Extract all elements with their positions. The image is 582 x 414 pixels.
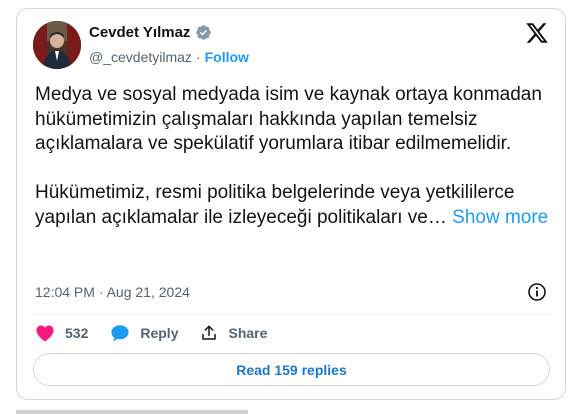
- reply-button[interactable]: Reply: [110, 324, 178, 342]
- author-name[interactable]: Cevdet Yılmaz: [89, 24, 190, 41]
- verified-badge-icon: [196, 25, 212, 40]
- author-handle[interactable]: @_cevdetyilmaz: [89, 49, 192, 65]
- follow-button[interactable]: Follow: [205, 49, 249, 65]
- x-logo-icon[interactable]: [525, 21, 549, 45]
- reply-label: Reply: [140, 325, 179, 341]
- like-count: 532: [65, 325, 89, 341]
- scrollbar[interactable]: [16, 410, 248, 414]
- info-icon[interactable]: [527, 282, 547, 302]
- read-replies-button[interactable]: Read 159 replies: [33, 353, 550, 386]
- author-name-row: Cevdet Yılmaz: [89, 24, 212, 41]
- divider: [33, 314, 549, 315]
- avatar[interactable]: [33, 21, 81, 69]
- speech-bubble-icon: [111, 325, 129, 342]
- read-replies-label: Read 159 replies: [236, 361, 347, 378]
- post-card[interactable]: Cevdet Yılmaz @_cevdetyilmaz · Follow Me…: [16, 8, 566, 400]
- post-timestamp[interactable]: 12:04 PM · Aug 21, 2024: [35, 284, 190, 300]
- post-text: Medya ve sosyal medyada isim ve kaynak o…: [35, 83, 551, 230]
- like-button[interactable]: 532: [35, 324, 88, 342]
- author-handle-row: @_cevdetyilmaz · Follow: [89, 49, 249, 65]
- separator-dot: ·: [195, 49, 201, 65]
- share-button[interactable]: Share: [200, 324, 267, 342]
- show-more-link[interactable]: Show more: [452, 207, 548, 228]
- share-label: Share: [228, 325, 268, 341]
- action-bar: 532 Reply Share: [35, 323, 289, 343]
- share-icon: [202, 325, 217, 340]
- heart-icon: [36, 325, 54, 342]
- avatar-image: [33, 21, 81, 69]
